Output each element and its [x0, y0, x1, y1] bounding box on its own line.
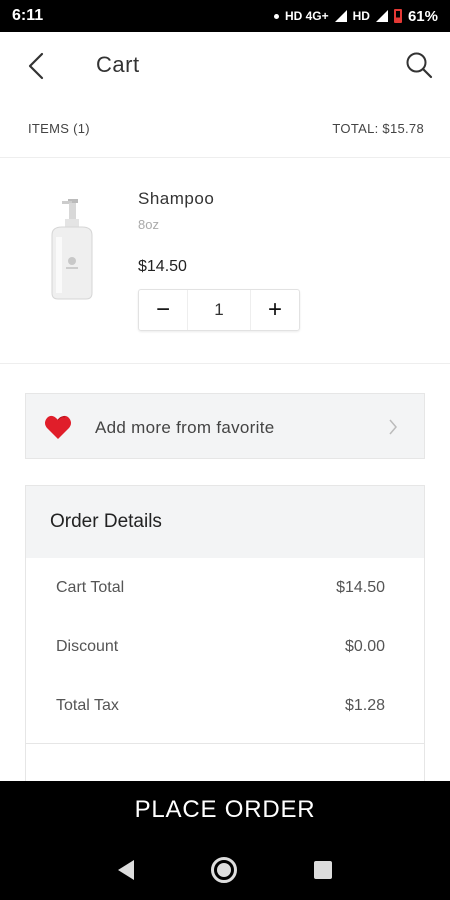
network-label-2: HD	[352, 9, 370, 23]
signal-icon-2	[375, 10, 388, 22]
increase-quantity-button[interactable]: +	[251, 290, 299, 330]
network-label: HD 4G+	[284, 9, 329, 23]
divider	[26, 743, 424, 744]
signal-icon	[334, 10, 347, 22]
cart-total-summary: TOTAL: $15.78	[332, 121, 424, 136]
heart-icon	[45, 415, 71, 439]
order-row-cart-total: Cart Total $14.50	[26, 558, 424, 617]
order-row-label: Discount	[56, 637, 119, 655]
order-details-title: Order Details	[26, 486, 424, 558]
quantity-stepper: − 1 +	[138, 289, 300, 331]
favorite-label: Add more from favorite	[95, 418, 275, 437]
chevron-right-icon	[389, 419, 397, 435]
app-header: Cart	[0, 32, 450, 100]
search-icon	[406, 52, 433, 79]
order-row-label: Cart Total	[56, 578, 125, 596]
nav-recent-apps-icon[interactable]	[313, 860, 332, 879]
system-nav-bar	[0, 839, 450, 900]
notification-dot-icon	[273, 13, 279, 19]
order-row-value: $14.50	[336, 578, 385, 596]
battery-percent: 61%	[407, 7, 438, 25]
back-button[interactable]	[22, 52, 50, 80]
decrease-quantity-button[interactable]: −	[139, 290, 187, 330]
nav-back-icon[interactable]	[118, 859, 135, 880]
order-row-discount: Discount $0.00	[26, 617, 424, 676]
cart-item: Shampoo 8oz $14.50 − 1 +	[0, 159, 450, 364]
product-variant: 8oz	[138, 217, 159, 232]
page-title: Cart	[96, 52, 140, 77]
order-row-label: Total Tax	[56, 696, 119, 714]
search-button[interactable]	[404, 50, 434, 80]
battery-icon	[393, 9, 402, 23]
order-row-tax: Total Tax $1.28	[26, 676, 424, 735]
product-name[interactable]: Shampoo	[138, 189, 214, 209]
order-row-value: $1.28	[344, 696, 385, 714]
product-price: $14.50	[138, 258, 187, 275]
add-from-favorite-button[interactable]: Add more from favorite	[25, 393, 425, 459]
cart-summary: ITEMS (1) TOTAL: $15.78	[0, 100, 450, 158]
nav-home-icon[interactable]	[210, 856, 237, 883]
quantity-value: 1	[187, 290, 251, 330]
status-time: 6:11	[12, 7, 44, 24]
status-bar: 6:11 HD 4G+ HD 61%	[0, 0, 450, 32]
status-icons: HD 4G+ HD 61%	[273, 7, 438, 25]
items-count: ITEMS (1)	[28, 121, 90, 136]
nav-home-inner	[216, 862, 231, 877]
place-order-button[interactable]: PLACE ORDER	[0, 781, 450, 839]
order-row-value: $0.00	[344, 637, 385, 655]
order-details-card: Order Details Cart Total $14.50 Discount…	[25, 485, 425, 785]
back-arrow-icon	[28, 52, 44, 80]
product-image[interactable]	[42, 197, 102, 301]
